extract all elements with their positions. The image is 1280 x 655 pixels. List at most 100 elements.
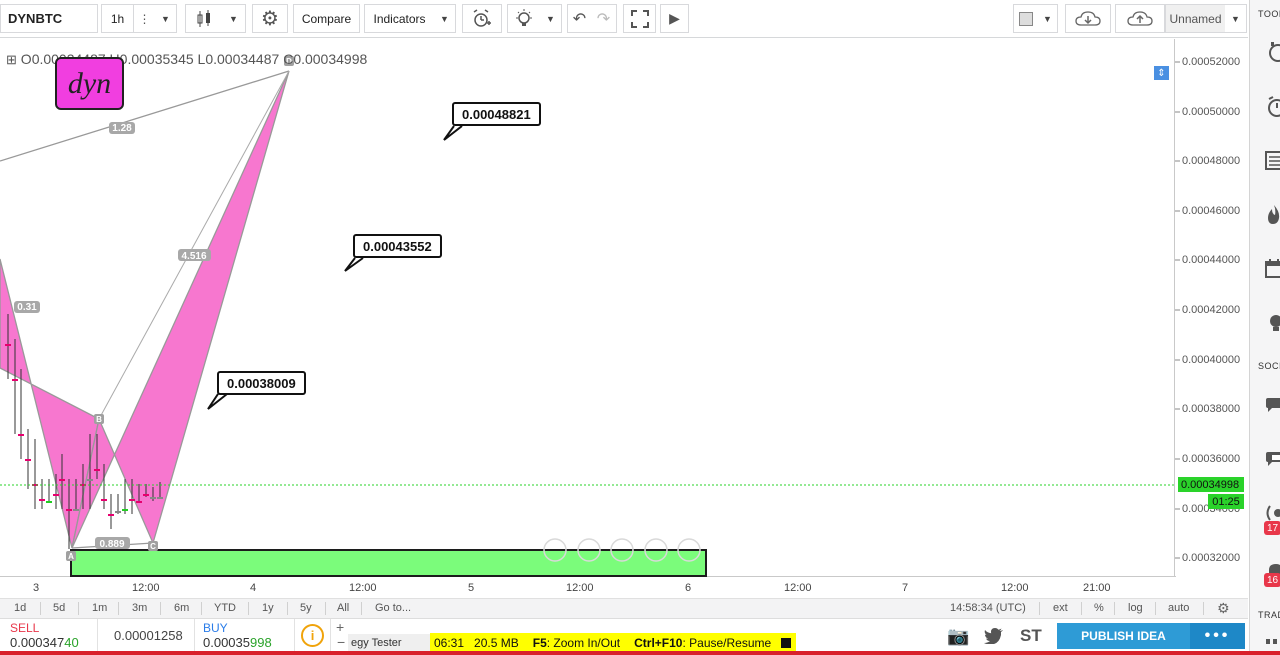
stocktwits-icon[interactable]: ST xyxy=(1020,626,1042,646)
chart-style-dropdown[interactable]: ▼ xyxy=(222,4,246,33)
indicators-dropdown[interactable]: ▼ xyxy=(434,4,456,33)
drawing-shape-button[interactable] xyxy=(1013,4,1039,33)
price-callout[interactable]: 0.00048821 xyxy=(452,102,541,126)
alarm-clock-icon[interactable] xyxy=(1264,96,1280,118)
goto-date-button[interactable]: Go to... xyxy=(375,602,411,614)
interval-dropdown[interactable]: ▼ xyxy=(155,4,177,33)
utc-clock[interactable]: 14:58:34 (UTC) xyxy=(950,602,1026,614)
price-tick: 0.00044000 xyxy=(1182,254,1241,266)
layout-name[interactable]: Unnamed xyxy=(1165,4,1226,33)
redo-button[interactable]: ↷ xyxy=(591,4,617,33)
tools-heading: TOOLS xyxy=(1258,9,1280,19)
separator xyxy=(118,602,119,615)
indicators-button[interactable]: Indicators xyxy=(364,4,435,33)
sell-price-main: 0.000347 xyxy=(10,635,65,650)
chart-style-button[interactable] xyxy=(185,4,223,33)
shape-dropdown[interactable]: ▼ xyxy=(1038,4,1058,33)
interval-button[interactable]: 1h xyxy=(101,4,134,33)
expand-legend-icon[interactable]: ⊞ xyxy=(6,52,17,67)
object-tree-icon[interactable]: ⇕ xyxy=(1154,66,1169,80)
range-1d[interactable]: 1d xyxy=(14,602,26,614)
calendar-icon[interactable] xyxy=(1264,258,1280,280)
candle-body xyxy=(12,379,18,381)
chat-icon[interactable] xyxy=(1264,394,1280,416)
compare-button[interactable]: Compare xyxy=(293,4,360,33)
log-scale-toggle[interactable]: log xyxy=(1128,602,1143,614)
extended-hours-toggle[interactable]: ext xyxy=(1053,602,1068,614)
separator xyxy=(1155,602,1156,615)
separator xyxy=(201,602,202,615)
more-options-icon[interactable]: ••• xyxy=(1190,623,1245,649)
price-tick: 0.00032000 xyxy=(1182,552,1241,564)
compare-label: Compare xyxy=(301,11,352,26)
ratio-label-ac: 0.889 xyxy=(99,539,124,550)
price-tick: 0.00050000 xyxy=(1182,106,1241,118)
time-tick: 6 xyxy=(685,582,692,594)
price-callout[interactable]: 0.00038009 xyxy=(217,371,306,395)
private-chat-icon[interactable] xyxy=(1264,448,1280,470)
twitter-icon[interactable] xyxy=(984,627,1004,644)
trade-heading: TRADE xyxy=(1258,610,1280,620)
dyn-text-badge[interactable]: dyn xyxy=(55,57,124,110)
hotlist-flame-icon[interactable] xyxy=(1264,204,1280,226)
low-value: 0.00034487 xyxy=(205,51,280,67)
ideas-dropdown[interactable]: ▼ xyxy=(540,4,562,33)
range-5d[interactable]: 5d xyxy=(53,602,65,614)
time-tick: 12:00 xyxy=(1001,582,1029,594)
stop-icon[interactable] xyxy=(781,637,792,648)
buy-price-main: 0.00035 xyxy=(203,635,250,650)
load-layout-button[interactable] xyxy=(1065,4,1111,33)
sell-label[interactable]: SELL xyxy=(10,621,39,635)
news-icon[interactable] xyxy=(1264,150,1280,172)
replay-button[interactable]: ▶ xyxy=(660,4,689,33)
divider xyxy=(97,619,98,652)
range-ytd[interactable]: YTD xyxy=(214,602,236,614)
chevron-down-icon: ▼ xyxy=(1231,13,1240,24)
range-all[interactable]: All xyxy=(337,602,349,614)
watchlist-icon[interactable] xyxy=(1264,42,1280,64)
publish-idea-button[interactable]: PUBLISH IDEA ••• xyxy=(1057,623,1245,649)
chevron-down-icon: ▼ xyxy=(546,13,555,24)
lightbulb-icon[interactable] xyxy=(1264,312,1280,334)
plus-icon[interactable]: + xyxy=(336,619,344,635)
info-icon[interactable]: i xyxy=(301,624,324,647)
chart-pane[interactable]: 1.28 4.516 0.31 0.889 A B C D ⊞ O 0.0003… xyxy=(0,39,1248,599)
chevron-down-icon: ▼ xyxy=(440,13,449,24)
ideas-button[interactable] xyxy=(507,4,541,33)
save-layout-button[interactable] xyxy=(1115,4,1165,33)
candle-body xyxy=(53,494,59,496)
auto-scale-toggle[interactable]: auto xyxy=(1168,602,1189,614)
buy-label[interactable]: BUY xyxy=(203,621,228,635)
target-zone-rectangle[interactable] xyxy=(70,549,707,577)
layout-dropdown[interactable]: ▼ xyxy=(1225,4,1247,33)
separator xyxy=(1081,602,1082,615)
redo-icon: ↷ xyxy=(596,10,611,28)
percent-scale-toggle[interactable]: % xyxy=(1094,602,1104,614)
gear-icon[interactable]: ⚙ xyxy=(1217,600,1230,617)
interval-menu-icon[interactable]: ⋮ xyxy=(134,4,156,33)
camera-icon[interactable]: 📷 xyxy=(947,626,969,647)
buy-price[interactable]: 0.00035998 xyxy=(203,635,272,650)
pattern-right-fill[interactable] xyxy=(71,70,290,549)
candle-body xyxy=(18,434,24,436)
candle-body xyxy=(87,479,93,481)
chevron-down-icon: ▼ xyxy=(229,13,238,24)
settings-button[interactable]: ⚙ xyxy=(252,4,288,33)
price-callout[interactable]: 0.00043552 xyxy=(353,234,442,258)
range-1y[interactable]: 1y xyxy=(262,602,274,614)
trading-panel-icon[interactable] xyxy=(1264,632,1280,644)
alert-button[interactable] xyxy=(462,4,502,33)
range-3m[interactable]: 3m xyxy=(132,602,147,614)
symbol-search[interactable]: DYNBTC xyxy=(0,4,98,33)
range-5y[interactable]: 5y xyxy=(300,602,312,614)
open-label: O xyxy=(20,51,32,67)
sell-price[interactable]: 0.00034740 xyxy=(10,635,79,650)
divider xyxy=(294,619,295,652)
fullscreen-button[interactable] xyxy=(623,4,656,33)
range-1m[interactable]: 1m xyxy=(92,602,107,614)
range-6m[interactable]: 6m xyxy=(174,602,189,614)
minus-icon[interactable]: − xyxy=(337,634,345,650)
fullscreen-icon xyxy=(630,9,649,28)
chart-canvas[interactable]: 1.28 4.516 0.31 0.889 A B C D xyxy=(0,39,1248,599)
undo-button[interactable]: ↶ xyxy=(567,4,592,33)
